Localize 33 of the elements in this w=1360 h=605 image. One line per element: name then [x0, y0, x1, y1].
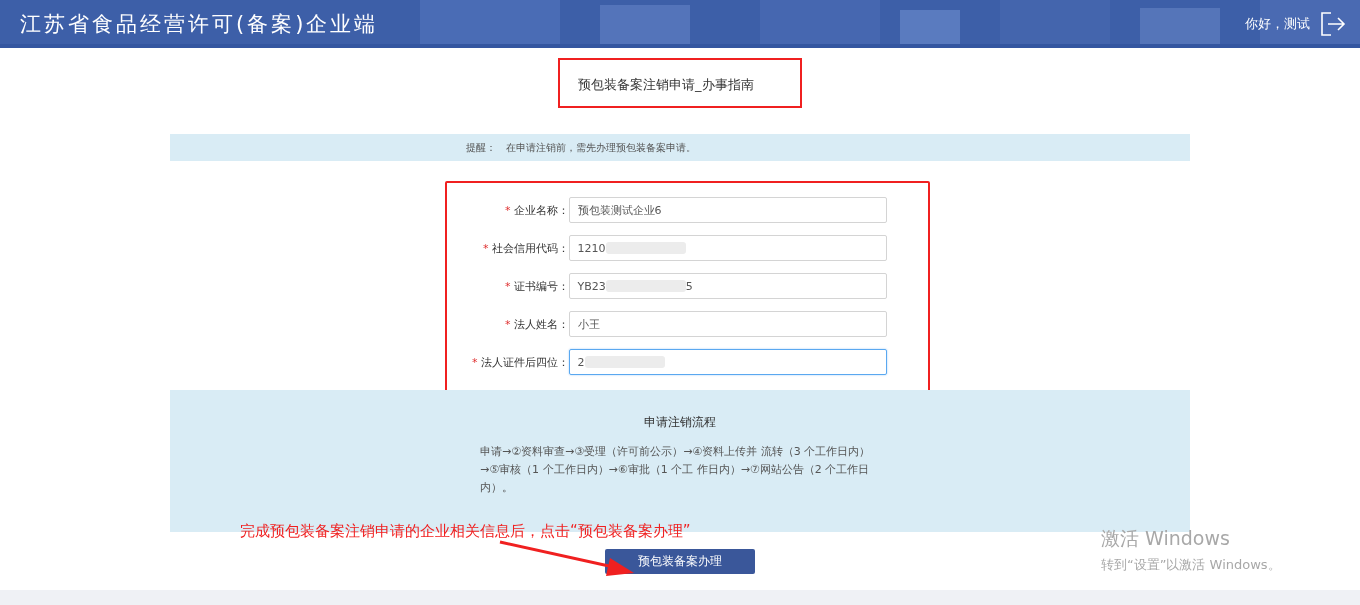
- field-value: YB23: [577, 279, 606, 293]
- watermark-title: 激活 Windows: [1101, 526, 1231, 551]
- field-value: 5: [685, 279, 693, 293]
- required-mark: *: [472, 355, 478, 369]
- field-label: 企业名称：: [513, 202, 569, 218]
- logout-icon[interactable]: [1320, 12, 1346, 36]
- app-title: 江苏省食品经营许可(备案)企业端: [20, 11, 379, 38]
- notice-text: 在申请注销前，需先办理预包装备案申请。: [506, 140, 696, 155]
- input-field[interactable]: 1210: [568, 235, 887, 261]
- user-greeting: 你好，测试: [1245, 15, 1310, 33]
- field-label: 法人证件后四位：: [480, 354, 569, 370]
- submit-button[interactable]: 预包装备案办理: [605, 549, 755, 574]
- field-label: 社会信用代码：: [491, 240, 569, 256]
- input-field[interactable]: 预包装测试企业6: [568, 197, 887, 223]
- process-text: 申请→②资料审查→③受理（许可前公示）→④资料上传并 流转（3 个工作日内）→⑤审核（1 个工作日内）→⑥审批（1 个工 作日内）→⑦网站公告（2 个工作日内）。: [480, 444, 872, 496]
- page-title: 预包装备案注销申请_办事指南: [578, 77, 754, 92]
- annotation-text: 完成预包装备案注销申请的企业相关信息后，点击“预包装备案办理”: [240, 522, 691, 541]
- input-field[interactable]: 2: [568, 349, 887, 375]
- required-mark: *: [483, 241, 489, 255]
- field-label: 法人姓名：: [513, 316, 569, 332]
- process-title: 申请注销流程: [644, 414, 716, 431]
- field-value: 2: [577, 355, 585, 369]
- required-mark: *: [505, 279, 511, 293]
- watermark-text: 转到“设置”以激活 Windows。: [1101, 556, 1281, 574]
- input-field[interactable]: YB23 5: [568, 273, 887, 299]
- input-field[interactable]: 小王: [568, 311, 887, 337]
- field-value: 小王: [577, 316, 600, 332]
- field-value: 预包装测试企业6: [577, 202, 662, 218]
- field-label: 证书编号：: [513, 278, 569, 294]
- required-mark: *: [505, 317, 511, 331]
- field-value: 1210: [577, 241, 606, 255]
- notice-label: 提醒：: [466, 140, 496, 155]
- required-mark: *: [505, 203, 511, 217]
